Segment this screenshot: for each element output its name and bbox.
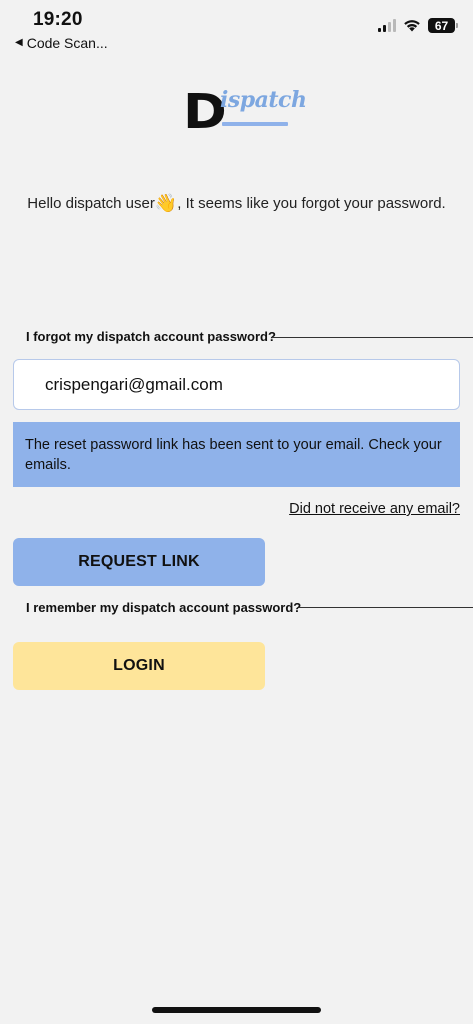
- request-link-button[interactable]: REQUEST LINK: [13, 538, 265, 586]
- back-to-app-button[interactable]: ◀ Code Scan...: [15, 35, 108, 51]
- battery-level: 67: [432, 18, 451, 33]
- reset-link-sent-notice: The reset password link has been sent to…: [13, 422, 460, 487]
- status-indicators: 67: [378, 18, 458, 33]
- section-divider: [272, 337, 473, 338]
- did-not-receive-email-link[interactable]: Did not receive any email?: [289, 501, 460, 517]
- dispatch-logo: D ispatch: [183, 86, 307, 138]
- email-input[interactable]: [13, 359, 460, 410]
- home-indicator[interactable]: [152, 1007, 321, 1013]
- greeting-message: Hello dispatch user👋, It seems like you …: [0, 193, 473, 214]
- forgot-password-screen: 19:20 ◀ Code Scan... 67 D ispatch Hello …: [0, 0, 473, 1024]
- section-divider: [299, 607, 473, 608]
- greeting-text-start: Hello dispatch user: [27, 195, 155, 212]
- cellular-signal-icon: [378, 19, 396, 32]
- wifi-icon: [404, 20, 420, 32]
- status-time: 19:20: [33, 9, 83, 30]
- back-arrow-icon: ◀: [15, 37, 23, 48]
- remember-password-heading: I remember my dispatch account password?: [26, 600, 302, 615]
- forgot-password-heading: I forgot my dispatch account password?: [26, 329, 276, 344]
- logo-underline: [222, 122, 288, 126]
- login-button[interactable]: LOGIN: [13, 642, 265, 690]
- battery-icon: 67: [428, 18, 458, 33]
- greeting-text-end: , It seems like you forgot your password…: [177, 195, 446, 212]
- waving-hand-icon: 👋: [154, 193, 178, 213]
- logo-text: ispatch: [220, 87, 307, 113]
- back-app-label: Code Scan...: [26, 35, 108, 51]
